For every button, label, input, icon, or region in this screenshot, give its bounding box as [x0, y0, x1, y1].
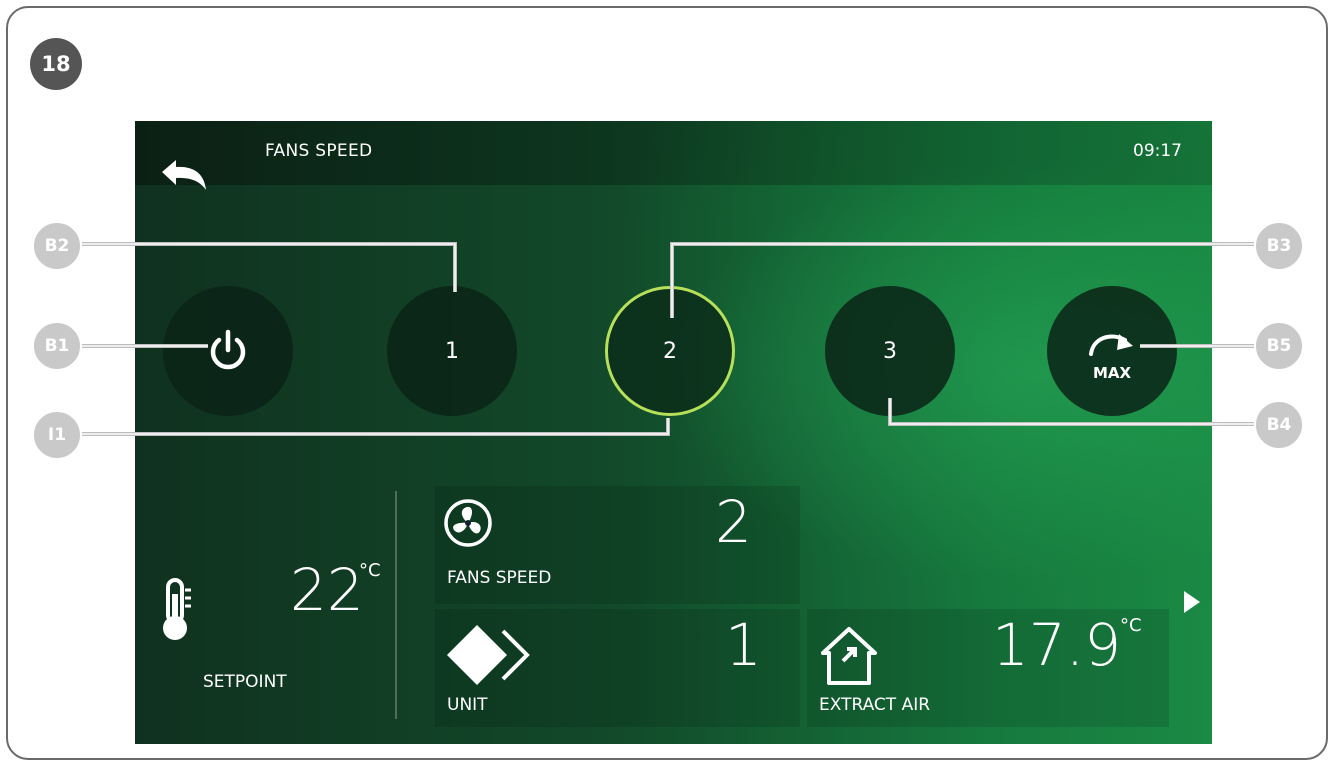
callout-b5: B5: [1254, 321, 1304, 371]
callout-i1: I1: [32, 410, 82, 460]
callout-b4: B4: [1254, 400, 1304, 450]
callout-leader-lines: [80, 242, 1254, 436]
callout-b3: B3: [1254, 221, 1304, 271]
callout-b1: B1: [32, 321, 82, 371]
callout-b2: B2: [32, 221, 82, 271]
